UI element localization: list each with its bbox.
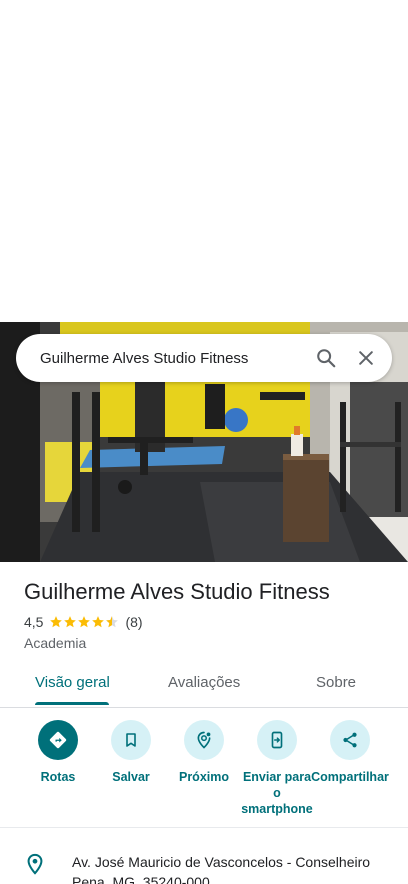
search-bar[interactable]: Guilherme Alves Studio Fitness <box>16 334 392 382</box>
directions-button[interactable]: Rotas <box>18 720 98 785</box>
action-bar: Rotas Salvar Próximo Enviar para o smart… <box>0 720 408 820</box>
active-tab-indicator <box>35 702 109 705</box>
tab-overview[interactable]: Visão geral <box>35 674 110 691</box>
tab-reviews[interactable]: Avaliações <box>168 674 240 691</box>
nearby-button[interactable]: Próximo <box>164 720 244 785</box>
send-to-phone-button[interactable]: Enviar para o smartphone <box>237 720 317 817</box>
bookmark-icon[interactable] <box>111 720 151 760</box>
search-icon[interactable] <box>306 338 346 378</box>
rating-row[interactable]: 4,5 (8) <box>24 614 143 630</box>
section-divider <box>0 827 408 828</box>
share-icon[interactable] <box>330 720 370 760</box>
place-title: Guilherme Alves Studio Fitness <box>24 579 330 604</box>
send-to-phone-icon[interactable] <box>257 720 297 760</box>
rating-value: 4,5 <box>24 614 44 630</box>
address-text: Av. José Mauricio de Vasconcelos - Conse… <box>72 854 371 884</box>
save-button[interactable]: Salvar <box>91 720 171 785</box>
search-input[interactable]: Guilherme Alves Studio Fitness <box>40 350 306 367</box>
location-pin-icon <box>24 852 46 881</box>
star-icon <box>78 616 91 628</box>
place-category: Academia <box>24 635 87 651</box>
directions-icon[interactable] <box>38 720 78 760</box>
share-button[interactable]: Compartilhar <box>310 720 390 785</box>
nearby-icon[interactable] <box>184 720 224 760</box>
star-icon <box>64 616 77 628</box>
star-icon <box>92 616 105 628</box>
star-half-icon <box>106 616 119 628</box>
address-row[interactable]: Av. José Mauricio de Vasconcelos - Conse… <box>0 850 408 884</box>
close-icon[interactable] <box>346 338 386 378</box>
map-blank-area <box>0 0 408 322</box>
star-rating <box>49 615 119 629</box>
star-icon <box>50 616 63 628</box>
review-count[interactable]: (8) <box>125 614 142 630</box>
tab-about[interactable]: Sobre <box>316 674 356 691</box>
